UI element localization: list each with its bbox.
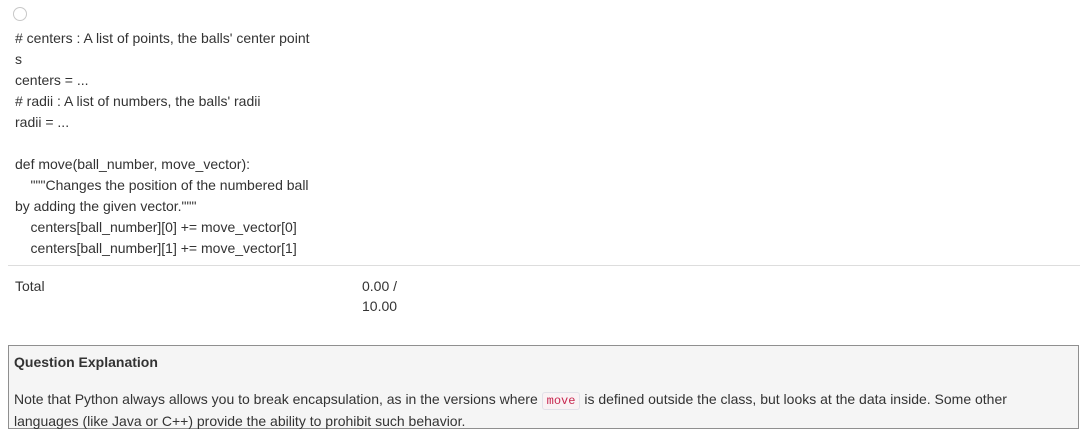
code-line: centers[ball_number][0] += move_vector[0…	[15, 219, 297, 235]
code-line: by adding the given vector."""	[15, 198, 197, 214]
answer-radio-button[interactable]	[13, 7, 27, 21]
total-score: 0.00 / 10.00	[362, 276, 422, 316]
question-explanation-panel: Question Explanation Note that Python al…	[8, 345, 1079, 429]
code-line: # centers : A list of points, the balls'…	[15, 30, 310, 46]
total-label: Total	[15, 278, 45, 294]
code-line: centers[ball_number][1] += move_vector[1…	[15, 240, 297, 256]
answer-code-block: # centers : A list of points, the balls'…	[15, 28, 335, 259]
explanation-text-before: Note that Python always allows you to br…	[14, 391, 542, 407]
score-divider	[8, 265, 1080, 266]
code-line: centers = ...	[15, 72, 89, 88]
explanation-text: Note that Python always allows you to br…	[14, 389, 1073, 431]
code-line: """Changes the position of the numbered …	[15, 177, 309, 193]
explanation-title: Question Explanation	[14, 354, 158, 370]
code-line: # radii : A list of numbers, the balls' …	[15, 93, 261, 109]
code-line: radii = ...	[15, 114, 70, 130]
code-line: def move(ball_number, move_vector):	[15, 156, 250, 172]
code-line: s	[15, 51, 22, 67]
total-score-earned: 0.00 /	[362, 278, 398, 294]
total-score-max: 10.00	[362, 298, 398, 314]
explanation-inline-code: move	[541, 392, 581, 410]
